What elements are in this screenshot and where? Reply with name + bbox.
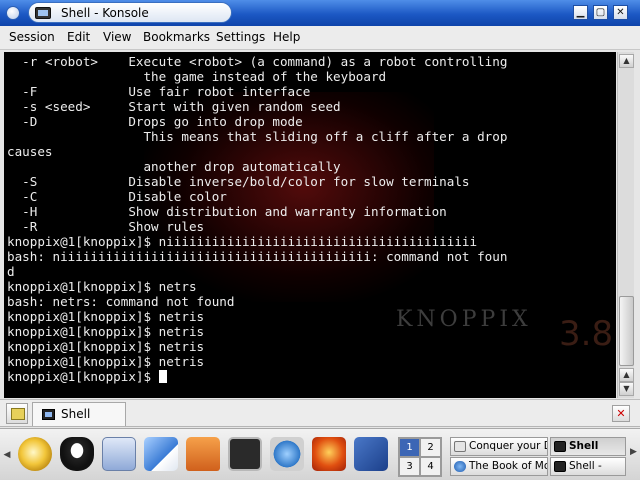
close-session-button[interactable]: ✕ — [612, 405, 630, 422]
menu-view[interactable]: View — [103, 30, 131, 44]
office-icon[interactable] — [354, 437, 388, 471]
panel-left-arrow-icon[interactable]: ◀ — [2, 441, 12, 469]
taskbar-item-label: Conquer your D — [469, 440, 548, 452]
konqueror-icon — [454, 461, 466, 472]
vertical-scrollbar[interactable]: ▲ ▲ ▼ — [617, 52, 634, 398]
terminal-line: -r <robot> Execute <robot> (a command) a… — [7, 54, 508, 69]
kde-menu-icon[interactable] — [18, 437, 52, 471]
window-titlebar[interactable]: Shell - Konsole ▁ ▢ ✕ — [0, 0, 640, 26]
scroll-down-arrow-icon[interactable]: ▲ — [619, 368, 634, 382]
terminal-cursor — [158, 370, 167, 383]
terminal-line: -D Drops go into drop mode — [7, 114, 303, 129]
terminal-prompt: knoppix@1[knoppix]$ — [7, 369, 159, 384]
taskbar-item-shell[interactable]: Shell - — [550, 457, 626, 476]
window-list-icon[interactable] — [102, 437, 136, 471]
new-session-button[interactable] — [6, 403, 28, 424]
tux-icon[interactable] — [60, 437, 94, 471]
window-title-pill: Shell - Konsole — [28, 2, 232, 23]
desktop-1[interactable]: 1 — [399, 438, 420, 457]
taskbar-item-shell-active[interactable]: Shell — [550, 437, 626, 456]
terminal-line: -S Disable inverse/bold/color for slow t… — [7, 174, 470, 189]
menu-bookmarks[interactable]: Bookmarks — [143, 30, 210, 44]
taskbar-item-book[interactable]: The Book of Mo — [450, 457, 548, 476]
home-icon[interactable] — [186, 437, 220, 471]
window-title: Shell - Konsole — [61, 6, 149, 20]
terminal-line: knoppix@1[knoppix]$ netris — [7, 324, 205, 339]
terminal-line: causes — [7, 144, 53, 159]
terminal-line: -F Use fair robot interface — [7, 84, 311, 99]
scroll-down-arrow-icon[interactable]: ▼ — [619, 382, 634, 396]
terminal-line: bash: niiiiiiiiiiiiiiiiiiiiiiiiiiiiiiiii… — [7, 249, 508, 264]
kde-panel: ◀ 1 2 3 4 Conquer your D Shell The Book … — [0, 428, 640, 480]
konsole-launcher-icon[interactable] — [228, 437, 262, 471]
desktop-pager: 1 2 3 4 — [398, 437, 442, 477]
terminal-icon — [42, 409, 55, 420]
terminal-view[interactable]: KNOPPIX 3.8 -r <robot> Execute <robot> (… — [4, 52, 616, 398]
terminal-line: knoppix@1[knoppix]$ niiiiiiiiiiiiiiiiiii… — [7, 234, 478, 249]
session-tab-label: Shell — [61, 407, 91, 421]
document-icon — [454, 441, 466, 452]
scroll-up-arrow-icon[interactable]: ▲ — [619, 54, 634, 68]
terminal-line: -R Show rules — [7, 219, 205, 234]
terminal-prompt-line[interactable]: knoppix@1[knoppix]$ — [7, 369, 615, 384]
konqueror-icon[interactable] — [270, 437, 304, 471]
terminal-line: knoppix@1[knoppix]$ netrs — [7, 279, 197, 294]
panel-right-arrow-icon[interactable]: ▶ — [630, 447, 637, 457]
terminal-line: -H Show distribution and warranty inform… — [7, 204, 447, 219]
menu-edit[interactable]: Edit — [67, 30, 90, 44]
terminal-icon — [554, 461, 566, 472]
editor-icon[interactable] — [144, 437, 178, 471]
terminal-line: -s <seed> Start with given random seed — [7, 99, 341, 114]
terminal-line: knoppix@1[knoppix]$ netris — [7, 309, 205, 324]
window-menu-icon[interactable] — [6, 6, 20, 20]
desktop-2[interactable]: 2 — [420, 438, 441, 457]
menu-help[interactable]: Help — [273, 30, 300, 44]
desktop-3[interactable]: 3 — [399, 457, 420, 476]
taskbar-item-label: Shell - — [569, 460, 602, 472]
terminal-line: knoppix@1[knoppix]$ netris — [7, 339, 205, 354]
game-icon[interactable] — [312, 437, 346, 471]
session-tabbar: Shell ✕ — [0, 399, 640, 427]
taskbar-item-conquer[interactable]: Conquer your D — [450, 437, 548, 456]
terminal-line: knoppix@1[knoppix]$ netris — [7, 354, 205, 369]
terminal-icon — [554, 441, 566, 452]
minimize-button[interactable]: ▁ — [573, 5, 588, 20]
terminal-line: d — [7, 264, 15, 279]
maximize-button[interactable]: ▢ — [593, 5, 608, 20]
taskbar-item-label: Shell — [569, 440, 599, 452]
menu-settings[interactable]: Settings — [216, 30, 265, 44]
terminal-line: bash: netrs: command not found — [7, 294, 235, 309]
terminal-icon — [35, 7, 51, 19]
terminal-line: the game instead of the keyboard — [7, 69, 387, 84]
terminal-line: This means that sliding off a cliff afte… — [7, 129, 508, 144]
session-tab-shell[interactable]: Shell — [32, 402, 126, 426]
scrollbar-thumb[interactable] — [619, 296, 634, 366]
desktop-4[interactable]: 4 — [420, 457, 441, 476]
taskbar-item-label: The Book of Mo — [469, 460, 548, 472]
terminal-line: another drop automatically — [7, 159, 341, 174]
close-button[interactable]: ✕ — [613, 5, 628, 20]
menu-session[interactable]: Session — [9, 30, 55, 44]
terminal-output: -r <robot> Execute <robot> (a command) a… — [7, 54, 615, 384]
terminal-line: -C Disable color — [7, 189, 227, 204]
menubar: Session Edit View Bookmarks Settings Hel… — [0, 26, 640, 50]
